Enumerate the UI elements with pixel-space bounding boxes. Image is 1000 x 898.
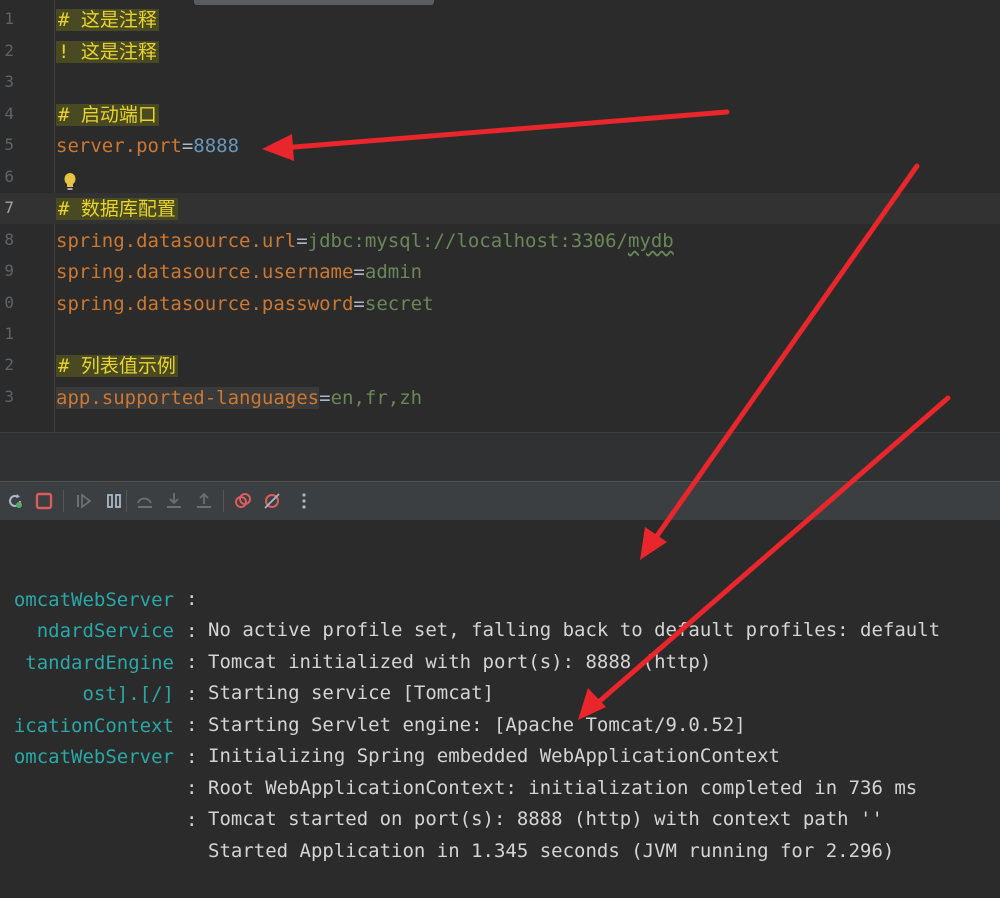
pause-icon[interactable]: [104, 491, 124, 511]
step-over-icon[interactable]: [135, 491, 155, 511]
line-number: 1: [4, 9, 14, 28]
line-number: 3: [4, 72, 14, 91]
step-out-icon[interactable]: [194, 491, 214, 511]
editor-line[interactable]: 6: [0, 162, 1000, 193]
editor-line[interactable]: 2 ! 这是注释: [0, 36, 1000, 67]
log-message: Started Application in 1.345 seconds (JV…: [208, 840, 895, 862]
log-message: Tomcat started on port(s): 8888 (http) w…: [208, 808, 883, 830]
line-number: 9: [4, 261, 14, 280]
editor-line[interactable]: 3 app.supported-languages=en,fr,zh: [0, 382, 1000, 413]
more-options-icon[interactable]: [294, 491, 314, 511]
panel-divider[interactable]: [0, 432, 1000, 481]
console-output[interactable]: : No active profile set, falling back to…: [0, 520, 1000, 862]
property-value: en,fr,zh: [330, 387, 423, 409]
log-line: ost].[/] : Initializing Spring embedded …: [0, 648, 1000, 767]
line-number: 5: [4, 135, 14, 154]
comment-text: # 启动端口: [56, 104, 159, 126]
log-line: tandardEngine : Starting Servlet engine:…: [0, 617, 1000, 736]
line-number: 2: [4, 355, 14, 374]
comment-text: ! 这是注释: [56, 41, 159, 63]
toolbar-separator: [63, 490, 64, 512]
line-number: 2: [4, 41, 14, 60]
comment-text: # 数据库配置: [56, 198, 178, 220]
line-number: 6: [4, 167, 14, 186]
editor-line[interactable]: 5 server.port=8888: [0, 130, 1000, 161]
step-into-icon[interactable]: [164, 491, 184, 511]
stop-icon[interactable]: [34, 491, 54, 511]
property-key: spring.datasource.username: [56, 261, 354, 283]
code-editor[interactable]: 1 # 这是注释 2 ! 这是注释 3 4 # 启动端口 5 server.po…: [0, 0, 1000, 432]
log-line: omcatWebServer : Tomcat started on port(…: [0, 711, 1000, 830]
editor-line[interactable]: 3: [0, 67, 1000, 98]
editor-line[interactable]: 2 # 列表值示例: [0, 350, 1000, 381]
line-number: 7: [4, 198, 14, 217]
mute-breakpoints-icon[interactable]: [262, 491, 282, 511]
line-number: 8: [4, 230, 14, 249]
toolbar-separator: [126, 490, 127, 512]
property-value: jdbc:mysql://localhost:3306/: [307, 230, 628, 252]
property-key: app.supported-languages: [56, 387, 320, 409]
log-message: Root WebApplicationContext: initializati…: [208, 777, 918, 799]
typo-highlight: mydb: [627, 230, 674, 252]
log-line: icationContext : Root WebApplicationCont…: [0, 680, 1000, 799]
line-number: 0: [4, 293, 14, 312]
log-line: ndardService : Starting service [Tomcat]: [0, 585, 1000, 704]
editor-line[interactable]: 1: [0, 319, 1000, 350]
editor-line[interactable]: 9 spring.datasource.username=admin: [0, 256, 1000, 287]
editor-line[interactable]: 8 spring.datasource.url=jdbc:mysql://loc…: [0, 225, 1000, 256]
property-key: spring.datasource.password: [56, 293, 354, 315]
editor-line[interactable]: 0 spring.datasource.password=secret: [0, 288, 1000, 319]
resume-icon[interactable]: [74, 491, 94, 511]
editor-line[interactable]: 7 # 数据库配置: [0, 193, 1000, 224]
log-line: : No active profile set, falling back to…: [0, 522, 1000, 641]
view-breakpoints-icon[interactable]: [233, 491, 253, 511]
log-line: omcatWebServer : Tomcat initialized with…: [0, 554, 1000, 673]
line-number: 3: [4, 387, 14, 406]
property-value: admin: [364, 261, 423, 283]
log-line: : Started Application in 1.345 seconds (…: [0, 743, 1000, 862]
line-number: 4: [4, 104, 14, 123]
comment-text: # 这是注释: [56, 9, 159, 31]
property-key: spring.datasource.url: [56, 230, 297, 252]
editor-line[interactable]: 1 # 这是注释: [0, 4, 1000, 35]
property-key: server.port: [56, 135, 182, 157]
rerun-icon[interactable]: [5, 491, 25, 511]
property-value: 8888: [193, 135, 240, 157]
lightbulb-icon[interactable]: [63, 172, 77, 192]
editor-line[interactable]: 4 # 启动端口: [0, 99, 1000, 130]
run-toolbar: [0, 481, 1000, 520]
toolbar-separator: [223, 490, 224, 512]
line-number: 1: [4, 324, 14, 343]
comment-text: # 列表值示例: [56, 355, 178, 377]
property-value: secret: [364, 293, 434, 315]
